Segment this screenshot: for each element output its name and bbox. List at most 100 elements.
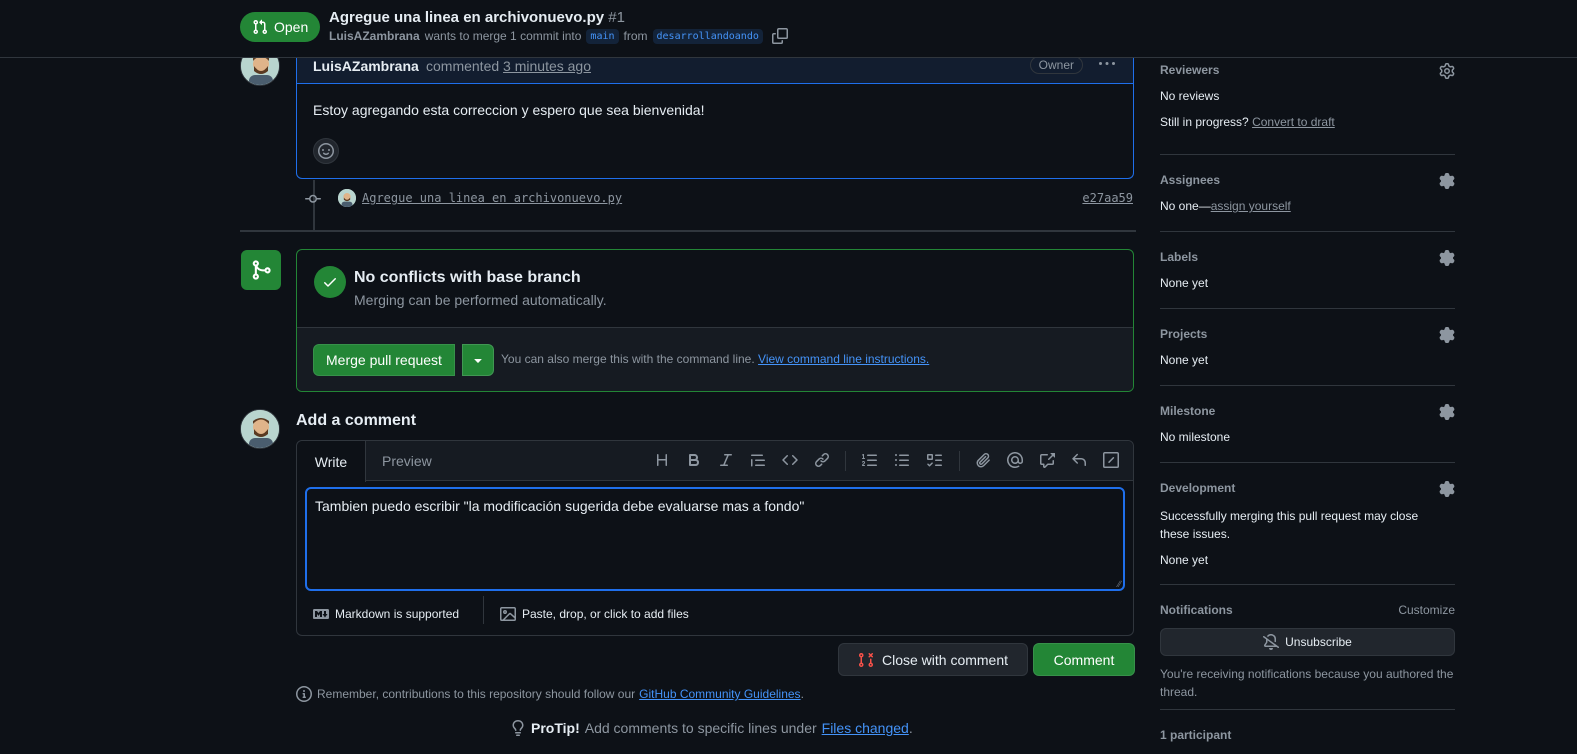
state-label: Open [274, 19, 309, 35]
bold-icon[interactable] [686, 452, 702, 468]
comment-meta: commented 3 minutes ago [426, 58, 591, 74]
guidelines-note: Remember, contributions to this reposito… [296, 686, 804, 702]
avatar[interactable] [240, 409, 280, 449]
copy-icon[interactable] [771, 28, 788, 44]
link-icon[interactable] [814, 452, 830, 468]
attach-files[interactable]: Paste, drop, or click to add files [500, 606, 689, 622]
merge-footer: Merge pull request You can also merge th… [297, 327, 1133, 391]
commit-message[interactable]: Agregue una linea en archivonuevo.py [362, 191, 622, 205]
markdown-icon [313, 606, 329, 622]
comment-box: LuisAZambrana commented 3 minutes ago Ow… [296, 52, 1134, 179]
mention-icon[interactable] [1007, 452, 1023, 468]
sidebar-assignees: Assignees No one—assign yourself [1160, 155, 1455, 232]
reviewers-heading[interactable]: Reviewers [1160, 63, 1219, 77]
commit-sha[interactable]: e27aa59 [1082, 191, 1133, 205]
gear-icon[interactable] [1439, 327, 1455, 343]
gear-icon[interactable] [1439, 481, 1455, 497]
heading-icon[interactable] [654, 452, 670, 468]
protip-text: Add comments to specific lines under [584, 720, 817, 736]
unordered-list-icon[interactable] [894, 452, 910, 468]
kebab-icon[interactable] [1099, 56, 1115, 72]
projects-value: None yet [1160, 353, 1209, 367]
projects-heading[interactable]: Projects [1160, 327, 1207, 341]
toolbar-separator [845, 451, 846, 471]
quote-icon[interactable] [750, 452, 766, 468]
reviewers-progress: Still in progress? Convert to draft [1160, 115, 1335, 129]
merge-button[interactable]: Merge pull request [313, 344, 455, 376]
gear-icon[interactable] [1439, 404, 1455, 420]
smiley-icon[interactable] [313, 138, 339, 164]
editor-footer: Markdown is supported Paste, drop, or cl… [297, 596, 1133, 636]
protip-end: . [908, 720, 913, 736]
comment-textarea[interactable]: Tambien puedo escribir "la modificación … [305, 487, 1125, 591]
merge-status-subtitle: Merging can be performed automatically. [354, 292, 607, 308]
git-pull-request-closed-icon [858, 652, 874, 668]
tasklist-icon[interactable] [926, 452, 942, 468]
pr-title: Agregue una linea en archivonuevo.py #1 [329, 9, 625, 26]
slash-icon[interactable] [1103, 452, 1119, 468]
pr-number: #1 [608, 9, 625, 26]
state-badge: Open [240, 12, 321, 42]
code-icon[interactable] [782, 452, 798, 468]
merge-text: wants to merge 1 commit into [424, 29, 582, 43]
check-icon [314, 266, 346, 298]
assign-yourself-link[interactable]: assign yourself [1211, 199, 1291, 213]
assignees-value: No one—assign yourself [1160, 199, 1291, 213]
sidebar-development: Development Successfully merging this pu… [1160, 463, 1455, 585]
resize-handle[interactable]: ∕∕ [1118, 579, 1121, 589]
tab-preview[interactable]: Preview [382, 453, 432, 469]
owner-badge: Owner [1029, 56, 1083, 74]
development-text: Successfully merging this pull request m… [1160, 509, 1419, 541]
comment-button[interactable]: Comment [1033, 643, 1135, 676]
info-icon [296, 686, 312, 702]
reply-icon[interactable] [1071, 452, 1087, 468]
bell-slash-icon [1263, 634, 1280, 650]
milestone-heading[interactable]: Milestone [1160, 404, 1215, 418]
italic-icon[interactable] [718, 452, 734, 468]
sidebar-reviewers: Reviewers No reviews Still in progress? … [1160, 58, 1455, 155]
assignees-heading[interactable]: Assignees [1160, 173, 1220, 187]
command-line-link[interactable]: View command line instructions. [758, 352, 929, 366]
labels-value: None yet [1160, 276, 1209, 290]
convert-to-draft-link[interactable]: Convert to draft [1252, 115, 1335, 129]
commit-avatar[interactable] [338, 189, 356, 207]
git-commit-icon [305, 191, 321, 207]
protip-label: ProTip! [531, 720, 580, 736]
footer-separator [483, 596, 484, 624]
paperclip-icon[interactable] [975, 452, 991, 468]
gear-icon[interactable] [1439, 250, 1455, 266]
pr-author-link[interactable]: LuisAZambrana [329, 29, 420, 43]
head-branch[interactable]: desarrollandoando [652, 28, 763, 44]
notifications-heading: Notifications [1160, 603, 1233, 617]
gear-icon[interactable] [1439, 63, 1455, 79]
markdown-note[interactable]: Markdown is supported [313, 606, 459, 622]
sidebar-projects: Projects None yet [1160, 309, 1455, 386]
files-changed-link[interactable]: Files changed [822, 720, 909, 736]
base-branch[interactable]: main [586, 28, 619, 44]
customize-link[interactable]: Customize [1398, 603, 1455, 617]
guidelines-link[interactable]: GitHub Community Guidelines [639, 687, 800, 701]
development-heading[interactable]: Development [1160, 481, 1235, 495]
comment-author[interactable]: LuisAZambrana [313, 58, 419, 74]
comment-time[interactable]: 3 minutes ago [503, 58, 591, 74]
reviewers-value: No reviews [1160, 89, 1220, 103]
cross-reference-icon[interactable] [1039, 452, 1055, 468]
gear-icon[interactable] [1439, 173, 1455, 189]
markdown-note-text: Markdown is supported [335, 607, 460, 621]
sidebar-milestone: Milestone No milestone [1160, 386, 1455, 463]
unsubscribe-button[interactable]: Unsubscribe [1160, 628, 1455, 656]
editor-toolbar: Write Preview [297, 441, 1133, 482]
tab-write[interactable]: Write [297, 441, 366, 482]
comment-editor: Write Preview Tambien puedo escribir "la… [296, 440, 1134, 636]
merge-note-text: You can also merge this with the command… [501, 352, 755, 366]
protip: ProTip! Add comments to specific lines u… [510, 720, 913, 736]
pr-subtitle: LuisAZambrana wants to merge 1 commit in… [329, 28, 788, 44]
close-with-comment-button[interactable]: Close with comment [838, 643, 1028, 676]
git-pull-request-icon [252, 19, 268, 35]
timeline-divider [240, 230, 1136, 232]
numbered-list-icon[interactable] [862, 452, 878, 468]
merge-note: You can also merge this with the command… [501, 352, 929, 366]
labels-heading[interactable]: Labels [1160, 250, 1198, 264]
notifications-text: You're receiving notifications because y… [1160, 667, 1454, 699]
triangle-down-icon[interactable] [462, 344, 494, 376]
